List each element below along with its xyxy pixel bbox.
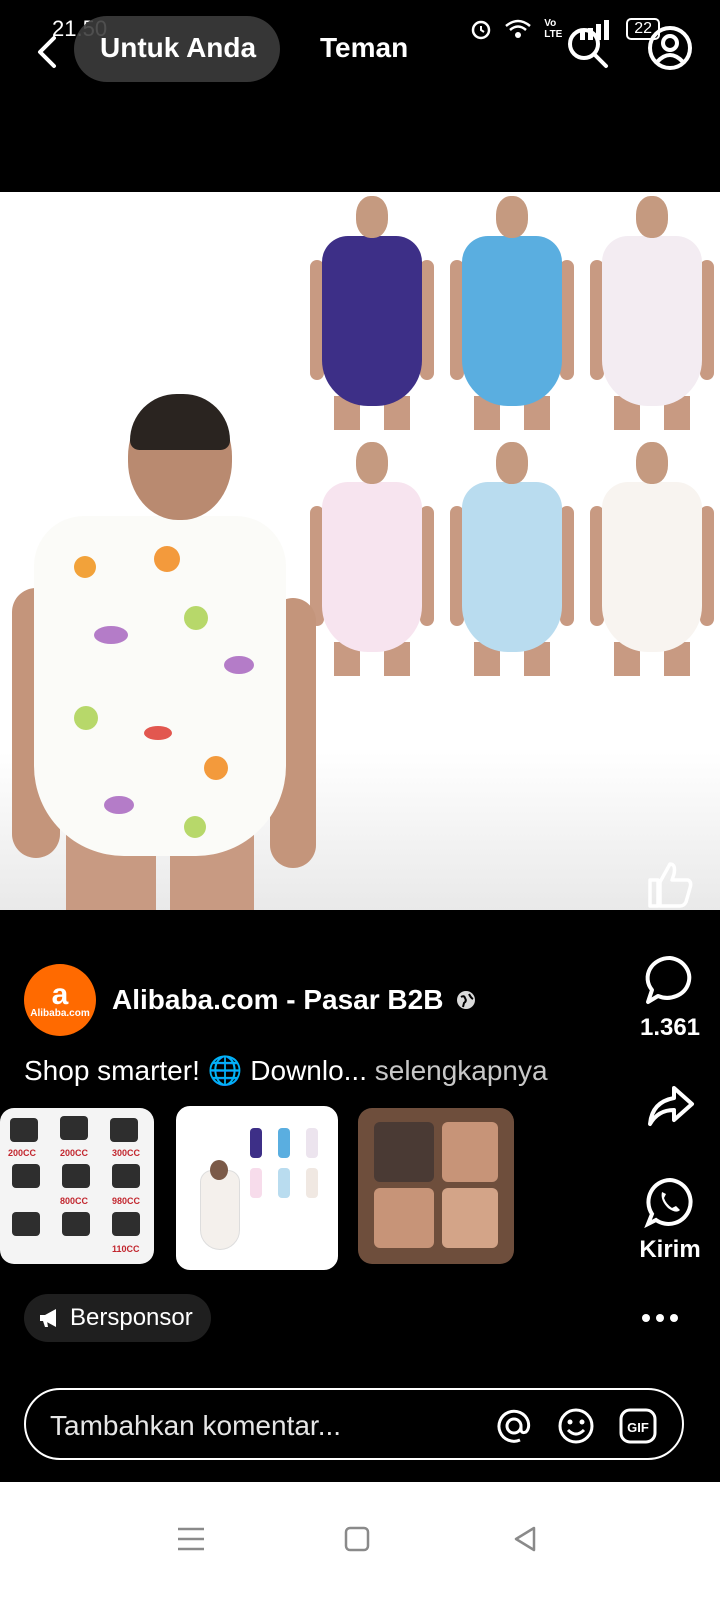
comment-placeholder: Tambahkan komentar... bbox=[50, 1410, 342, 1441]
comment-button[interactable]: 1.361 bbox=[620, 954, 720, 1042]
avatar-logo-text: Alibaba.com bbox=[30, 1007, 90, 1019]
media-carousel: 200CC 200CC 300CC 800CC 980CC 110CC bbox=[0, 1106, 620, 1270]
avatar[interactable]: a Alibaba.com bbox=[24, 964, 96, 1036]
thumb-cc-label: 980CC bbox=[112, 1196, 141, 1206]
post-author[interactable]: a Alibaba.com Alibaba.com - Pasar B2B bbox=[24, 964, 477, 1036]
megaphone-icon bbox=[40, 1309, 56, 1327]
back-icon[interactable] bbox=[508, 1522, 542, 1556]
tab-friends[interactable]: Teman bbox=[320, 32, 408, 64]
sponsored-badge: Bersponsor bbox=[24, 1294, 211, 1342]
product-variant-blue bbox=[448, 196, 576, 430]
tab-for-you[interactable]: Untuk Anda bbox=[100, 32, 256, 64]
product-back-view bbox=[10, 394, 320, 910]
share-arrow-icon bbox=[648, 1086, 694, 1126]
sponsored-label: Bersponsor bbox=[70, 1304, 193, 1331]
product-variant-light-blue bbox=[448, 442, 576, 676]
thumb-cc-label: 800CC bbox=[60, 1196, 89, 1206]
thumb-cc-label: 300CC bbox=[112, 1148, 141, 1158]
menu-icon[interactable] bbox=[174, 1522, 208, 1556]
at-icon[interactable] bbox=[494, 1406, 534, 1446]
top-navigation: Untuk Anda Teman bbox=[0, 14, 720, 84]
post-caption[interactable]: Shop smarter! 🌐 Downlo... selengkapnya bbox=[24, 1054, 548, 1087]
comment-count: 1.361 bbox=[639, 1014, 701, 1041]
more-options-icon[interactable] bbox=[640, 1308, 680, 1328]
profile-icon[interactable] bbox=[646, 24, 694, 72]
home-icon[interactable] bbox=[340, 1522, 374, 1556]
emoji-icon[interactable] bbox=[556, 1406, 596, 1446]
send-whatsapp-button[interactable]: Kirim bbox=[620, 1176, 720, 1264]
svg-text:GIF: GIF bbox=[627, 1420, 649, 1435]
carousel-thumb-3[interactable] bbox=[358, 1108, 514, 1264]
comment-input[interactable]: Tambahkan komentar... GIF bbox=[24, 1388, 684, 1460]
carousel-thumb-active[interactable] bbox=[176, 1106, 338, 1270]
thumb-cc-label: 200CC bbox=[8, 1148, 37, 1158]
send-label: Kirim bbox=[639, 1236, 701, 1263]
search-icon[interactable] bbox=[564, 24, 612, 72]
product-variant-space bbox=[588, 442, 716, 676]
system-nav-bar bbox=[0, 1482, 720, 1600]
globe-icon bbox=[457, 991, 476, 1009]
whatsapp-icon bbox=[644, 1177, 693, 1228]
gif-icon[interactable]: GIF bbox=[618, 1406, 658, 1446]
comment-bubble-icon bbox=[645, 955, 692, 1004]
thumb-cc-label: 200CC bbox=[60, 1148, 89, 1158]
thumbs-up-icon bbox=[648, 862, 693, 908]
alibaba-logo-icon: a bbox=[51, 977, 69, 1011]
see-more-link[interactable]: selengkapnya bbox=[375, 1055, 548, 1086]
share-button[interactable] bbox=[620, 1080, 720, 1132]
carousel-thumb-engines[interactable]: 200CC 200CC 300CC 800CC 980CC 110CC bbox=[0, 1108, 154, 1264]
post-media-image[interactable] bbox=[0, 192, 720, 910]
product-variant-purple bbox=[308, 196, 436, 430]
product-variant-rainbow bbox=[308, 442, 436, 676]
caption-text: Shop smarter! 🌐 Downlo... bbox=[24, 1055, 367, 1086]
back-arrow-icon[interactable] bbox=[28, 32, 68, 72]
product-grid bbox=[308, 196, 718, 676]
like-button[interactable] bbox=[620, 858, 720, 910]
thumb-cc-label: 110CC bbox=[112, 1244, 140, 1254]
product-variant-white-lion bbox=[588, 196, 716, 430]
author-name[interactable]: Alibaba.com - Pasar B2B bbox=[112, 984, 443, 1016]
